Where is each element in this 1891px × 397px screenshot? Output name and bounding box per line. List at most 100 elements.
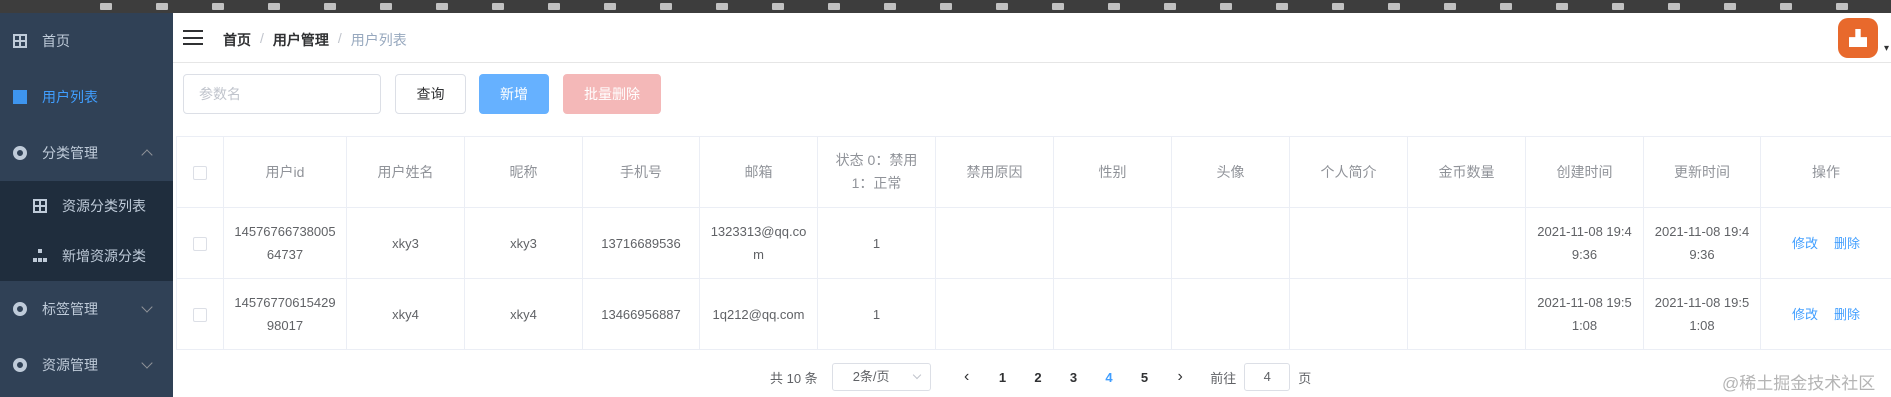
settings-icon <box>13 358 27 372</box>
table-icon <box>33 199 47 213</box>
column-header: 头像 <box>1171 136 1290 208</box>
goto-suffix: 页 <box>1298 370 1312 386</box>
sidebar-item-label: 分类管理 <box>42 145 98 161</box>
row-select-cell <box>176 278 224 350</box>
column-header: 手机号 <box>582 136 700 208</box>
goto-page-input[interactable]: 4 <box>1244 363 1291 391</box>
caret-down-icon[interactable]: ▾ <box>1884 43 1889 54</box>
page-number-current[interactable]: 4 <box>1091 370 1127 385</box>
breadcrumb-current: 用户列表 <box>350 32 407 48</box>
column-header: 状态 0：禁用 1：正常 <box>817 136 936 208</box>
goto-label: 前往 <box>1210 370 1237 386</box>
sidebar-item-label: 新增资源分类 <box>62 248 146 264</box>
column-header: 个人简介 <box>1289 136 1408 208</box>
column-header: 邮箱 <box>699 136 818 208</box>
chevron-down-icon <box>141 357 153 369</box>
navbar: 首页 / 用户管理 / 用户列表 ▾ <box>173 13 1891 63</box>
cell-status: 1 <box>817 207 936 279</box>
select-all-cell <box>176 136 224 208</box>
cell-gender <box>1053 207 1172 279</box>
column-header: 昵称 <box>464 136 583 208</box>
cell-user-name: xky4 <box>346 278 465 350</box>
sidebar-item-user-list[interactable]: 用户列表 <box>0 69 173 125</box>
sidebar-item-tag-management[interactable]: 标签管理 <box>0 281 173 337</box>
cell-user-name: xky3 <box>346 207 465 279</box>
breadcrumb-home[interactable]: 首页 <box>223 30 251 50</box>
cell-bio <box>1289 278 1408 350</box>
row-checkbox[interactable] <box>193 308 207 323</box>
browser-top-strip <box>0 0 1891 13</box>
cell-status: 1 <box>817 278 936 350</box>
page-size-value: 2条/页 <box>852 369 890 384</box>
add-button[interactable]: 新增 <box>479 74 549 114</box>
cell-email: 1323313@qq.com <box>699 207 818 279</box>
breadcrumb-separator: / <box>337 30 342 46</box>
table-icon <box>13 90 27 104</box>
settings-icon <box>13 302 27 316</box>
table-icon <box>13 34 27 48</box>
cell-disable-reason <box>935 207 1054 279</box>
cell-updated: 2021-11-08 19:49:36 <box>1643 207 1761 279</box>
sidebar-item-resource-management[interactable]: 资源管理 <box>0 337 173 393</box>
sidebar-item-label: 标签管理 <box>42 301 98 317</box>
cell-coins <box>1407 278 1526 350</box>
sidebar-item-label: 资源分类列表 <box>62 198 146 214</box>
delete-link[interactable]: 删除 <box>1834 236 1860 251</box>
settings-icon <box>13 146 27 160</box>
chevron-up-icon <box>141 149 153 161</box>
chevron-down-icon <box>141 301 153 313</box>
logo-icon <box>1849 29 1867 47</box>
cell-nickname: xky4 <box>464 278 583 350</box>
cell-gender <box>1053 278 1172 350</box>
query-button[interactable]: 查询 <box>395 74 466 114</box>
page-number[interactable]: 3 <box>1056 370 1092 385</box>
pagination: 共 10 条 2条/页 ‹ 1 2 3 4 5 › 前往 4 页 <box>770 363 1311 391</box>
next-page-icon[interactable]: › <box>1162 368 1198 386</box>
select-all-checkbox[interactable] <box>193 165 207 180</box>
tree-icon <box>33 249 47 263</box>
cell-user-id: 1457677061542998017 <box>223 278 347 350</box>
row-checkbox[interactable] <box>193 237 207 252</box>
sidebar-item-add-resource-category[interactable]: 新增资源分类 <box>0 231 173 281</box>
sidebar-item-resource-category-list[interactable]: 资源分类列表 <box>0 181 173 231</box>
page-number[interactable]: 5 <box>1127 370 1163 385</box>
cell-email: 1q212@qq.com <box>699 278 818 350</box>
sidebar-item-home[interactable]: 首页 <box>0 13 173 69</box>
sidebar-item-category-management[interactable]: 分类管理 <box>0 125 173 181</box>
delete-link[interactable]: 删除 <box>1834 307 1860 322</box>
sidebar-item-label: 首页 <box>42 33 70 49</box>
avatar[interactable] <box>1838 18 1878 58</box>
column-header: 操作 <box>1760 136 1891 208</box>
sidebar-item-label: 用户列表 <box>42 89 98 105</box>
sidebar: 首页 用户列表 分类管理 资源分类列表 新增资源分类 标签管理 资源管理 <box>0 13 173 397</box>
cell-coins <box>1407 207 1526 279</box>
edit-link[interactable]: 修改 <box>1792 236 1818 251</box>
watermark: @稀土掘金技术社区 <box>1722 374 1876 393</box>
breadcrumb-separator: / <box>260 30 264 46</box>
column-header: 金币数量 <box>1407 136 1526 208</box>
page-number[interactable]: 2 <box>1020 370 1056 385</box>
column-header: 用户姓名 <box>346 136 465 208</box>
cell-bio <box>1289 207 1408 279</box>
pagination-total: 共 10 条 <box>770 370 818 386</box>
search-input[interactable]: 参数名 <box>183 74 381 114</box>
prev-page-icon[interactable]: ‹ <box>949 368 985 386</box>
cell-updated: 2021-11-08 19:51:08 <box>1643 278 1761 350</box>
table-row: 1457677061542998017 xky4 xky4 1346695688… <box>176 278 1891 350</box>
cell-disable-reason <box>935 278 1054 350</box>
cell-phone: 13466956887 <box>582 278 700 350</box>
batch-delete-button[interactable]: 批量删除 <box>563 74 661 114</box>
page-number[interactable]: 1 <box>985 370 1021 385</box>
hamburger-menu-icon[interactable] <box>183 30 203 45</box>
breadcrumb: 首页 / 用户管理 / 用户列表 <box>223 30 407 50</box>
cell-avatar <box>1171 207 1290 279</box>
column-header: 更新时间 <box>1643 136 1761 208</box>
cell-actions: 修改 删除 <box>1760 207 1891 279</box>
cell-nickname: xky3 <box>464 207 583 279</box>
breadcrumb-user-management[interactable]: 用户管理 <box>273 30 329 50</box>
edit-link[interactable]: 修改 <box>1792 307 1818 322</box>
user-table: 用户id 用户姓名 昵称 手机号 邮箱 状态 0：禁用 1：正常 禁用原因 性别… <box>176 136 1891 350</box>
page-size-select[interactable]: 2条/页 <box>831 363 931 391</box>
cell-created: 2021-11-08 19:49:36 <box>1525 207 1644 279</box>
table-header-row: 用户id 用户姓名 昵称 手机号 邮箱 状态 0：禁用 1：正常 禁用原因 性别… <box>176 136 1891 208</box>
